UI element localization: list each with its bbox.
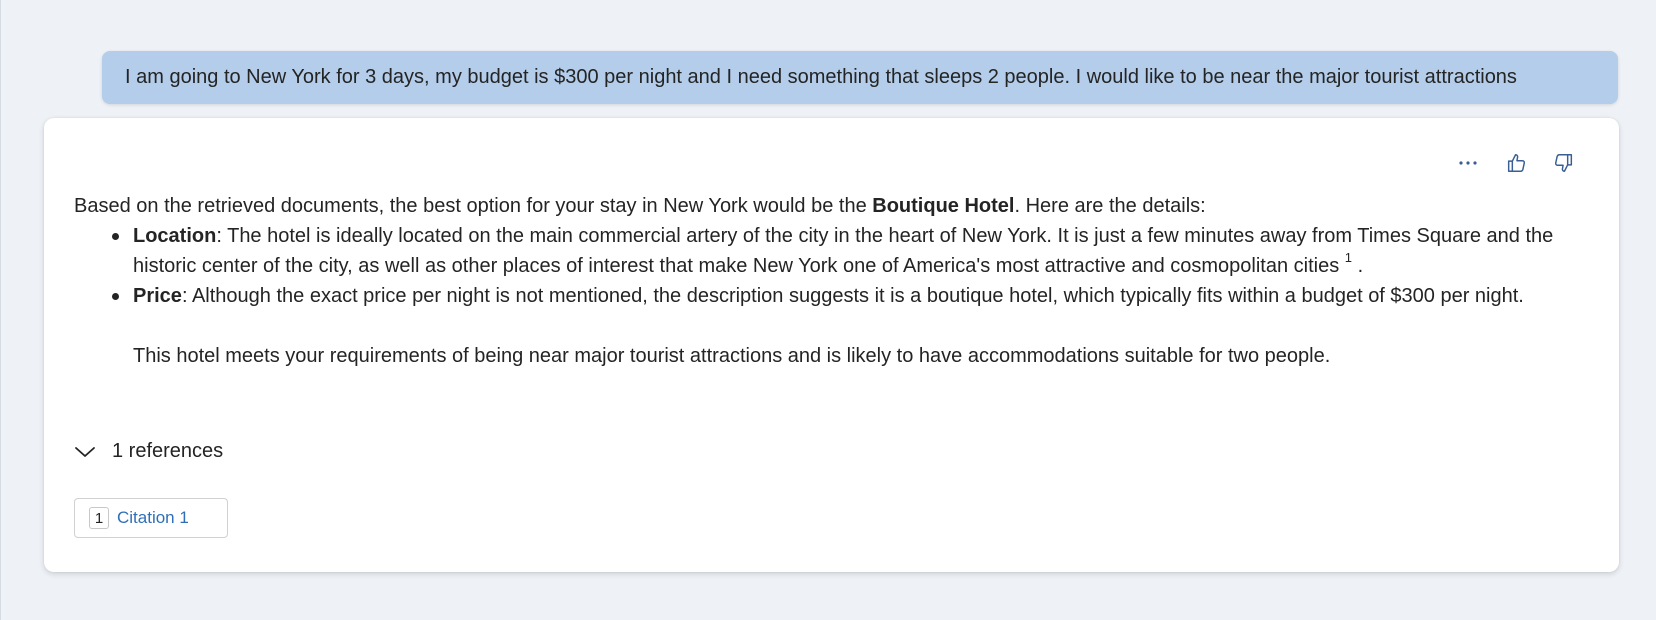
user-message-bubble: I am going to New York for 3 days, my bu… [102, 51, 1618, 104]
chat-page: I am going to New York for 3 days, my bu… [0, 0, 1656, 620]
more-horizontal-icon [1459, 161, 1477, 165]
thumbs-up-button[interactable] [1499, 146, 1533, 180]
list-item: Price: Although the exact price per nigh… [103, 281, 1594, 311]
bullet-text: : The hotel is ideally located on the ma… [133, 225, 1554, 277]
thumbs-down-button[interactable] [1547, 146, 1581, 180]
answer-actions [1451, 146, 1581, 180]
chevron-down-icon [75, 446, 95, 457]
answer-details-list: Location: The hotel is ideally located o… [103, 221, 1594, 311]
citation-number: 1 [89, 507, 109, 529]
answer-intro-suffix: . Here are the details: [1014, 195, 1206, 217]
assistant-answer-card: Based on the retrieved documents, the be… [44, 118, 1619, 572]
answer-body: Based on the retrieved documents, the be… [74, 191, 1594, 371]
bullet-tail: . [1357, 255, 1364, 277]
answer-intro: Based on the retrieved documents, the be… [74, 191, 1594, 221]
thumbs-up-icon [1507, 154, 1526, 172]
answer-intro-text: Based on the retrieved documents, the be… [74, 195, 873, 217]
list-item: Location: The hotel is ideally located o… [103, 221, 1594, 281]
bullet-label: Price [133, 285, 182, 307]
citation-button[interactable]: 1 Citation 1 [74, 498, 228, 538]
citation-label: Citation 1 [117, 508, 189, 527]
hotel-name: Boutique Hotel [872, 195, 1015, 217]
bullet-text: : Although the exact price per night is … [181, 285, 1524, 307]
citation-superscript[interactable]: 1 [1345, 250, 1352, 265]
references-label: 1 references [112, 440, 224, 462]
answer-closing: This hotel meets your requirements of be… [133, 345, 1331, 367]
thumbs-down-icon [1554, 154, 1573, 172]
bullet-label: Location [133, 225, 217, 247]
references-toggle[interactable]: 1 references [74, 440, 223, 463]
user-message-text: I am going to New York for 3 days, my bu… [125, 66, 1517, 88]
more-options-button[interactable] [1451, 146, 1485, 180]
